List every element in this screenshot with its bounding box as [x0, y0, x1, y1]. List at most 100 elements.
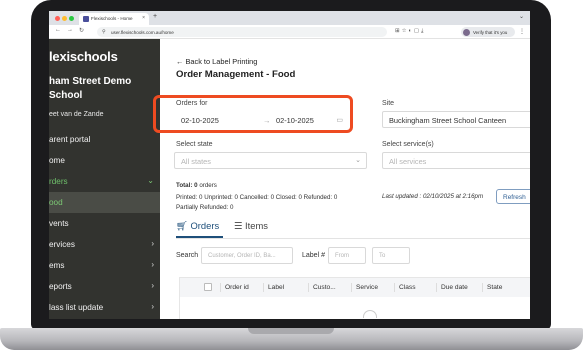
date-from[interactable]: 02-10-2025 [181, 116, 219, 125]
user-name: eet van de Zande [49, 111, 104, 118]
chevron-right-icon: › [151, 239, 154, 248]
to-placeholder: To [379, 253, 386, 259]
status-counts: Printed: 0 Unprinted: 0 Cancelled: 0 Clo… [176, 194, 338, 201]
main-content: ← Back to Label Printing Order Managemen… [153, 39, 530, 319]
search-label: Search [176, 252, 199, 259]
total-label: Total: [176, 182, 193, 189]
sidebar-item-parent-portal[interactable]: arent portal [49, 129, 160, 150]
total-suffix: orders [199, 182, 217, 189]
view-tabs: 🛒︎ Orders ☰ Items [176, 217, 530, 239]
sidebar-item-orders[interactable]: rders ⌄ [49, 171, 160, 192]
from-placeholder: From [335, 253, 349, 259]
browser-menu-icon[interactable]: ⋮ [519, 28, 525, 35]
column-header[interactable]: Custo... [313, 284, 336, 291]
tab-close-icon[interactable]: × [142, 15, 145, 21]
laptop-base [0, 328, 583, 350]
page-title: Order Management - Food [176, 69, 296, 80]
screen: Flexischools - Home × + ⌄ ← → ↻ ⚲ user.f… [49, 11, 530, 319]
refresh-button[interactable]: Refresh [496, 189, 530, 204]
forward-arrow-icon[interactable]: → [67, 27, 73, 33]
total-value: 0 [194, 182, 198, 189]
sidebar-item-label: arent portal [49, 135, 91, 144]
profile-button[interactable]: Verify that it's you [461, 27, 515, 37]
partially-refunded-count: Partially Refunded: 0 [176, 204, 234, 211]
services-placeholder: All services [389, 157, 427, 166]
chevron-down-icon: ⌄ [355, 157, 361, 164]
orders-for-label: Orders for [176, 100, 208, 107]
state-placeholder: All states [181, 157, 211, 166]
column-header[interactable]: Due date [441, 284, 468, 291]
site-select[interactable]: Buckingham Street School Canteen [382, 111, 530, 128]
sidebar-item-label: ems [49, 261, 65, 270]
column-header[interactable]: State [487, 284, 502, 291]
tab-label: Items [245, 220, 268, 231]
close-window-icon[interactable] [55, 16, 60, 21]
label-to-input[interactable]: To [372, 247, 410, 264]
cart-icon: 🛒︎ [176, 220, 191, 231]
sidebar-item-label: rders [49, 177, 68, 186]
loading-spinner [363, 310, 377, 318]
tab-orders[interactable]: 🛒︎ Orders [176, 220, 219, 232]
site-info-icon[interactable]: ⚲ [102, 29, 106, 35]
back-link-label: Back to Label Printing [185, 57, 258, 66]
brand-logo[interactable]: lexischools [49, 49, 118, 64]
last-updated: Last updated : 02/10/2025 at 2:16pm [382, 193, 484, 200]
table-header: Order id Label Custo... Service Class Du… [180, 278, 530, 297]
sidebar-item-reports[interactable]: eports › [49, 276, 160, 297]
label-number-label: Label # [302, 252, 325, 259]
sidebar-item-services[interactable]: ervices › [49, 234, 160, 255]
sidebar-item-events[interactable]: vents [49, 213, 160, 234]
sidebar-nav: arent portal ome rders ⌄ ood vents ervice… [49, 129, 160, 318]
search-input[interactable]: Customer, Order ID, Ba... [201, 247, 293, 264]
school-name: ham Street Demo School [49, 76, 132, 101]
favicon-icon [83, 16, 89, 22]
arrow-right-icon: → [263, 116, 271, 125]
profile-label: Verify that it's you [473, 29, 508, 35]
sidebar-item-items[interactable]: ems › [49, 255, 160, 276]
sidebar-item-label: lass list update [49, 303, 104, 312]
avatar [463, 28, 470, 36]
tab-list-chevron-icon[interactable]: ⌄ [519, 13, 524, 20]
search-placeholder: Customer, Order ID, Ba... [208, 253, 276, 259]
label-from-input[interactable]: From [328, 247, 366, 264]
sidebar-item-label: eports [49, 282, 72, 291]
address-bar[interactable]: ⚲ user.flexischools.com.au/home [97, 27, 387, 37]
sidebar-item-class-list-update[interactable]: lass list update › [49, 297, 160, 318]
chevron-right-icon: › [151, 281, 154, 290]
select-all-checkbox[interactable] [204, 283, 212, 291]
chevron-right-icon: › [151, 302, 154, 311]
laptop-frame: Flexischools - Home × + ⌄ ← → ↻ ⚲ user.f… [0, 0, 583, 356]
maximize-window-icon[interactable] [69, 16, 74, 21]
column-header[interactable]: Order id [225, 284, 249, 291]
reload-icon[interactable]: ↻ [79, 27, 84, 34]
sidebar: lexischools ham Street Demo School eet v… [49, 39, 160, 319]
browser-tab-bar: Flexischools - Home × + ⌄ [49, 11, 530, 25]
services-select[interactable]: All services [382, 152, 530, 169]
sidebar-item-label: ome [49, 156, 65, 165]
back-arrow-icon[interactable]: ← [55, 27, 61, 33]
sidebar-item-food[interactable]: ood [49, 192, 160, 213]
column-header[interactable]: Service [356, 284, 378, 291]
tab-items[interactable]: ☰ Items [234, 220, 268, 232]
minimize-window-icon[interactable] [62, 16, 67, 21]
active-tab-indicator [176, 236, 223, 238]
state-select[interactable]: All states ⌄ [174, 152, 367, 169]
column-header[interactable]: Class [399, 284, 416, 291]
sidebar-item-label: vents [49, 219, 69, 228]
sidebar-item-label: ood [49, 198, 63, 207]
extension-icons[interactable]: ⊞☆◐▢⤓ [395, 28, 426, 35]
date-range-picker[interactable]: 02-10-2025 → 02-10-2025 ▭ [174, 111, 349, 128]
site-value: Buckingham Street School Canteen [389, 116, 507, 125]
column-header[interactable]: Label [268, 284, 284, 291]
new-tab-button[interactable]: + [153, 13, 157, 20]
date-to[interactable]: 02-10-2025 [276, 116, 314, 125]
url-text: user.flexischools.com.au/home [111, 29, 174, 35]
select-services-label: Select service(s) [382, 141, 434, 148]
back-link[interactable]: ← Back to Label Printing [176, 57, 257, 66]
chevron-down-icon: ⌄ [147, 176, 154, 185]
browser-toolbar: ← → ↻ ⚲ user.flexischools.com.au/home ⊞☆… [49, 25, 530, 39]
list-icon: ☰ [234, 220, 246, 231]
browser-tab[interactable]: Flexischools - Home × [79, 13, 149, 25]
calendar-icon[interactable]: ▭ [336, 116, 343, 124]
sidebar-item-home[interactable]: ome [49, 150, 160, 171]
